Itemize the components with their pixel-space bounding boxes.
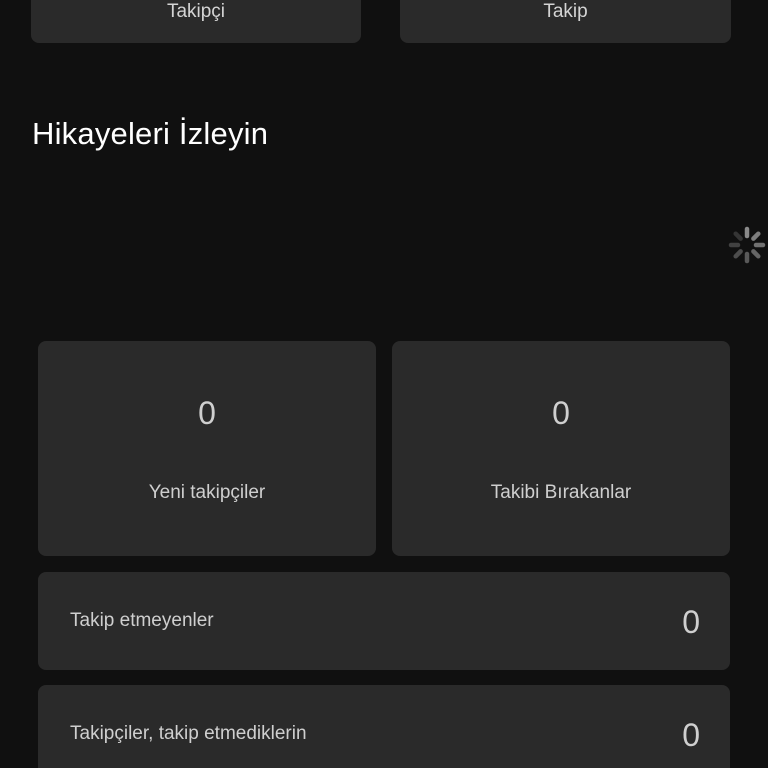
unfollowers-card[interactable]: 0 Takibi Bırakanlar — [392, 341, 730, 556]
screen: Takipçi Takip Hikayeleri İzleyin 0 Yeni … — [0, 0, 768, 768]
unfollowers-count: 0 — [552, 395, 570, 431]
spinner-icon — [728, 226, 766, 264]
new-followers-label: Yeni takipçiler — [148, 482, 266, 503]
followers-card[interactable]: Takipçi — [31, 0, 361, 43]
not-following-back-label: Takip etmeyenler — [70, 610, 214, 631]
new-followers-count: 0 — [198, 395, 216, 431]
not-following-back-row[interactable]: Takip etmeyenler 0 — [38, 572, 730, 670]
following-card[interactable]: Takip — [400, 0, 731, 43]
stories-carousel[interactable] — [32, 175, 768, 315]
not-followed-count: 0 — [682, 717, 700, 753]
not-following-back-count: 0 — [682, 604, 700, 640]
not-followed-row[interactable]: Takipçiler, takip etmediklerin 0 — [38, 685, 730, 768]
stories-title: Hikayeleri İzleyin — [32, 116, 269, 151]
unfollowers-label: Takibi Bırakanlar — [490, 482, 632, 503]
new-followers-card[interactable]: 0 Yeni takipçiler — [38, 341, 376, 556]
not-followed-label: Takipçiler, takip etmediklerin — [70, 723, 307, 744]
following-label: Takip — [543, 1, 588, 22]
followers-label: Takipçi — [166, 1, 226, 22]
